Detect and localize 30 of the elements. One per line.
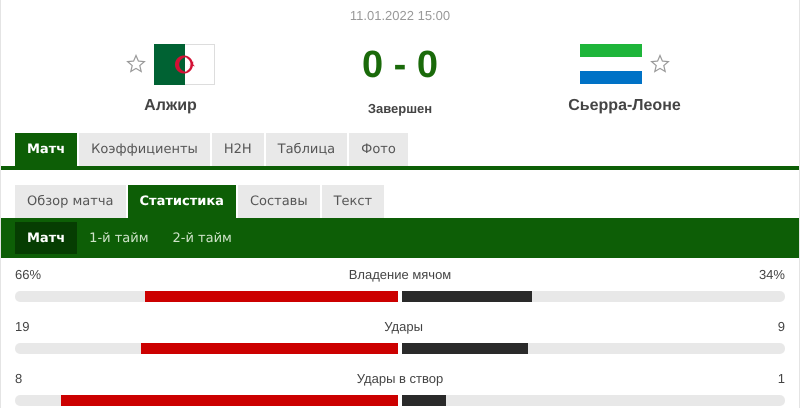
stat-value: 1 bbox=[778, 371, 785, 388]
stat-name: Удары в створ bbox=[356, 371, 444, 388]
flag-icon bbox=[580, 44, 642, 84]
match-date: 11.01.2022 15:00 bbox=[348, 8, 452, 25]
tab[interactable]: Текст bbox=[322, 185, 384, 218]
team-name: Сьерра-Леоне bbox=[568, 97, 681, 115]
period-tab[interactable]: Матч bbox=[15, 222, 78, 254]
match-score: 0 - 0 bbox=[362, 43, 438, 87]
tab[interactable]: Обзор матча bbox=[15, 185, 126, 218]
team-name: Алжир bbox=[144, 97, 197, 115]
period-tab[interactable]: 2-й тайм bbox=[160, 222, 244, 254]
period-tab[interactable]: 1-й тайм bbox=[77, 222, 161, 254]
stat-value: 9 bbox=[778, 319, 785, 336]
tab[interactable]: Составы bbox=[238, 185, 320, 218]
star-icon[interactable] bbox=[126, 54, 146, 74]
tab[interactable]: H2H bbox=[212, 133, 264, 166]
stat-value: 19 bbox=[15, 319, 30, 336]
match-status: Завершен bbox=[368, 101, 432, 116]
tab[interactable]: Фото bbox=[349, 133, 408, 166]
stat-value: 66% bbox=[15, 267, 42, 284]
stat-name: Владение мячом bbox=[348, 267, 452, 284]
tab[interactable]: Статистика bbox=[128, 185, 236, 218]
stat-name: Удары bbox=[384, 319, 423, 336]
flag-icon bbox=[154, 44, 215, 84]
stat-value: 8 bbox=[15, 371, 22, 388]
tab[interactable]: Коэффициенты bbox=[79, 133, 210, 166]
tab[interactable]: Матч bbox=[15, 133, 78, 166]
tab[interactable]: Таблица bbox=[266, 133, 348, 166]
stat-value: 34% bbox=[758, 267, 785, 284]
star-icon[interactable] bbox=[650, 54, 670, 74]
